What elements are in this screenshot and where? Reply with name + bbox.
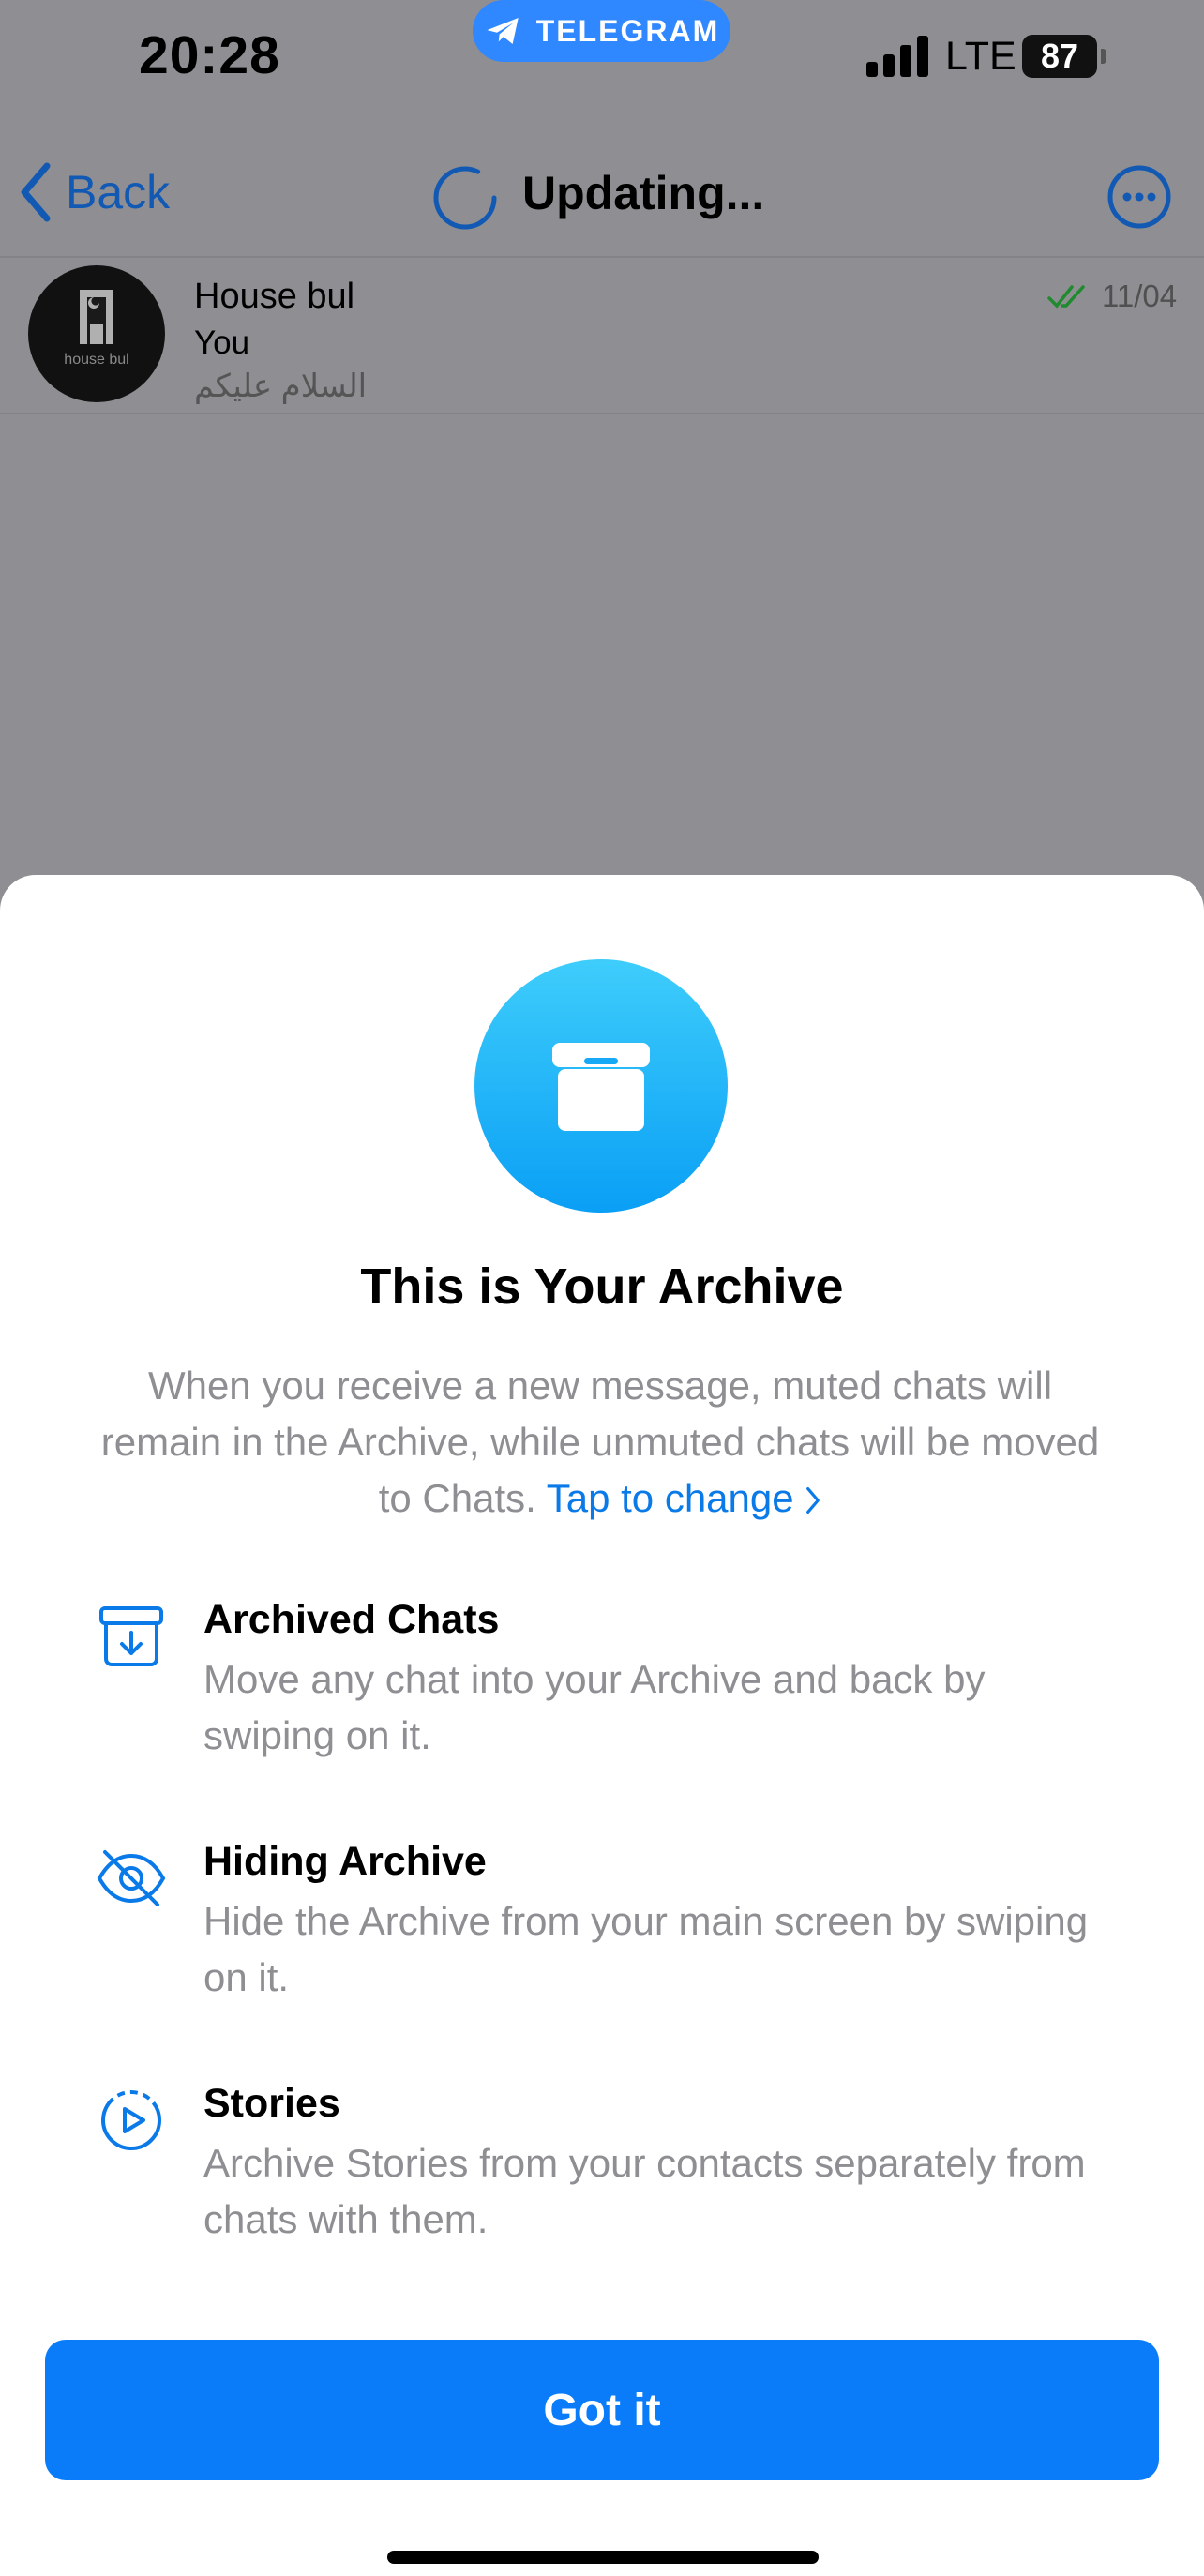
- tap-to-change-link[interactable]: Tap to change: [547, 1476, 822, 1520]
- home-indicator[interactable]: [387, 2551, 819, 2564]
- double-check-icon: [1047, 285, 1085, 309]
- stories-play-icon: [101, 2090, 161, 2150]
- avatar: house bul: [28, 265, 165, 402]
- status-bar: 20:28 TELEGRAM LTE 87: [0, 0, 1204, 117]
- archive-hero: [474, 959, 728, 1213]
- chat-date: 11/04: [1102, 279, 1178, 313]
- nav-bar: Back Updating...: [0, 117, 1204, 258]
- chevron-left-icon: [21, 162, 51, 222]
- feature-title: Stories: [203, 2081, 340, 2126]
- battery-icon: 87: [1022, 35, 1106, 78]
- chevron-right-icon: [806, 1487, 820, 1514]
- network-type: LTE: [945, 34, 1016, 79]
- signal-icon: [866, 36, 928, 77]
- got-it-button[interactable]: Got it: [45, 2340, 1159, 2480]
- more-options-icon[interactable]: [1106, 164, 1172, 230]
- chat-list-item[interactable]: house bul House bul You السلام عليكم 11/…: [0, 258, 1204, 414]
- house-logo-icon: [80, 290, 113, 344]
- telegram-icon: [487, 18, 519, 44]
- page-title: Updating...: [522, 167, 765, 219]
- chat-preview: السلام عليكم: [194, 369, 368, 404]
- back-label: Back: [66, 166, 171, 218]
- feature-title: Archived Chats: [203, 1597, 500, 1642]
- sheet-title: This is Your Archive: [360, 1258, 844, 1315]
- tap-to-change-label: Tap to change: [546, 1476, 794, 1520]
- back-button[interactable]: Back: [19, 162, 170, 222]
- sheet-description: When you receive a new message, muted ch…: [84, 1358, 1116, 1527]
- avatar-text: house bul: [64, 352, 129, 368]
- loading-spinner-icon: [433, 166, 497, 230]
- archive-info-sheet: This is Your Archive When you receive a …: [0, 875, 1204, 2576]
- status-time: 20:28: [139, 25, 280, 85]
- eye-slash-icon: [97, 1850, 166, 1906]
- feature-description: Archive Stories from your contacts separ…: [203, 2141, 1086, 2241]
- chat-name: House bul: [194, 277, 355, 316]
- feature-description: Move any chat into your Archive and back…: [203, 1657, 986, 1757]
- feature-title: Hiding Archive: [203, 1839, 487, 1884]
- chat-sender: You: [194, 324, 250, 361]
- archive-box-icon: [552, 1043, 650, 1131]
- feature-description: Hide the Archive from your main screen b…: [203, 1899, 1089, 1999]
- battery-level: 87: [1022, 35, 1097, 78]
- telegram-pill[interactable]: TELEGRAM: [473, 0, 730, 62]
- telegram-pill-label: TELEGRAM: [535, 13, 720, 48]
- archive-down-icon: [99, 1606, 163, 1666]
